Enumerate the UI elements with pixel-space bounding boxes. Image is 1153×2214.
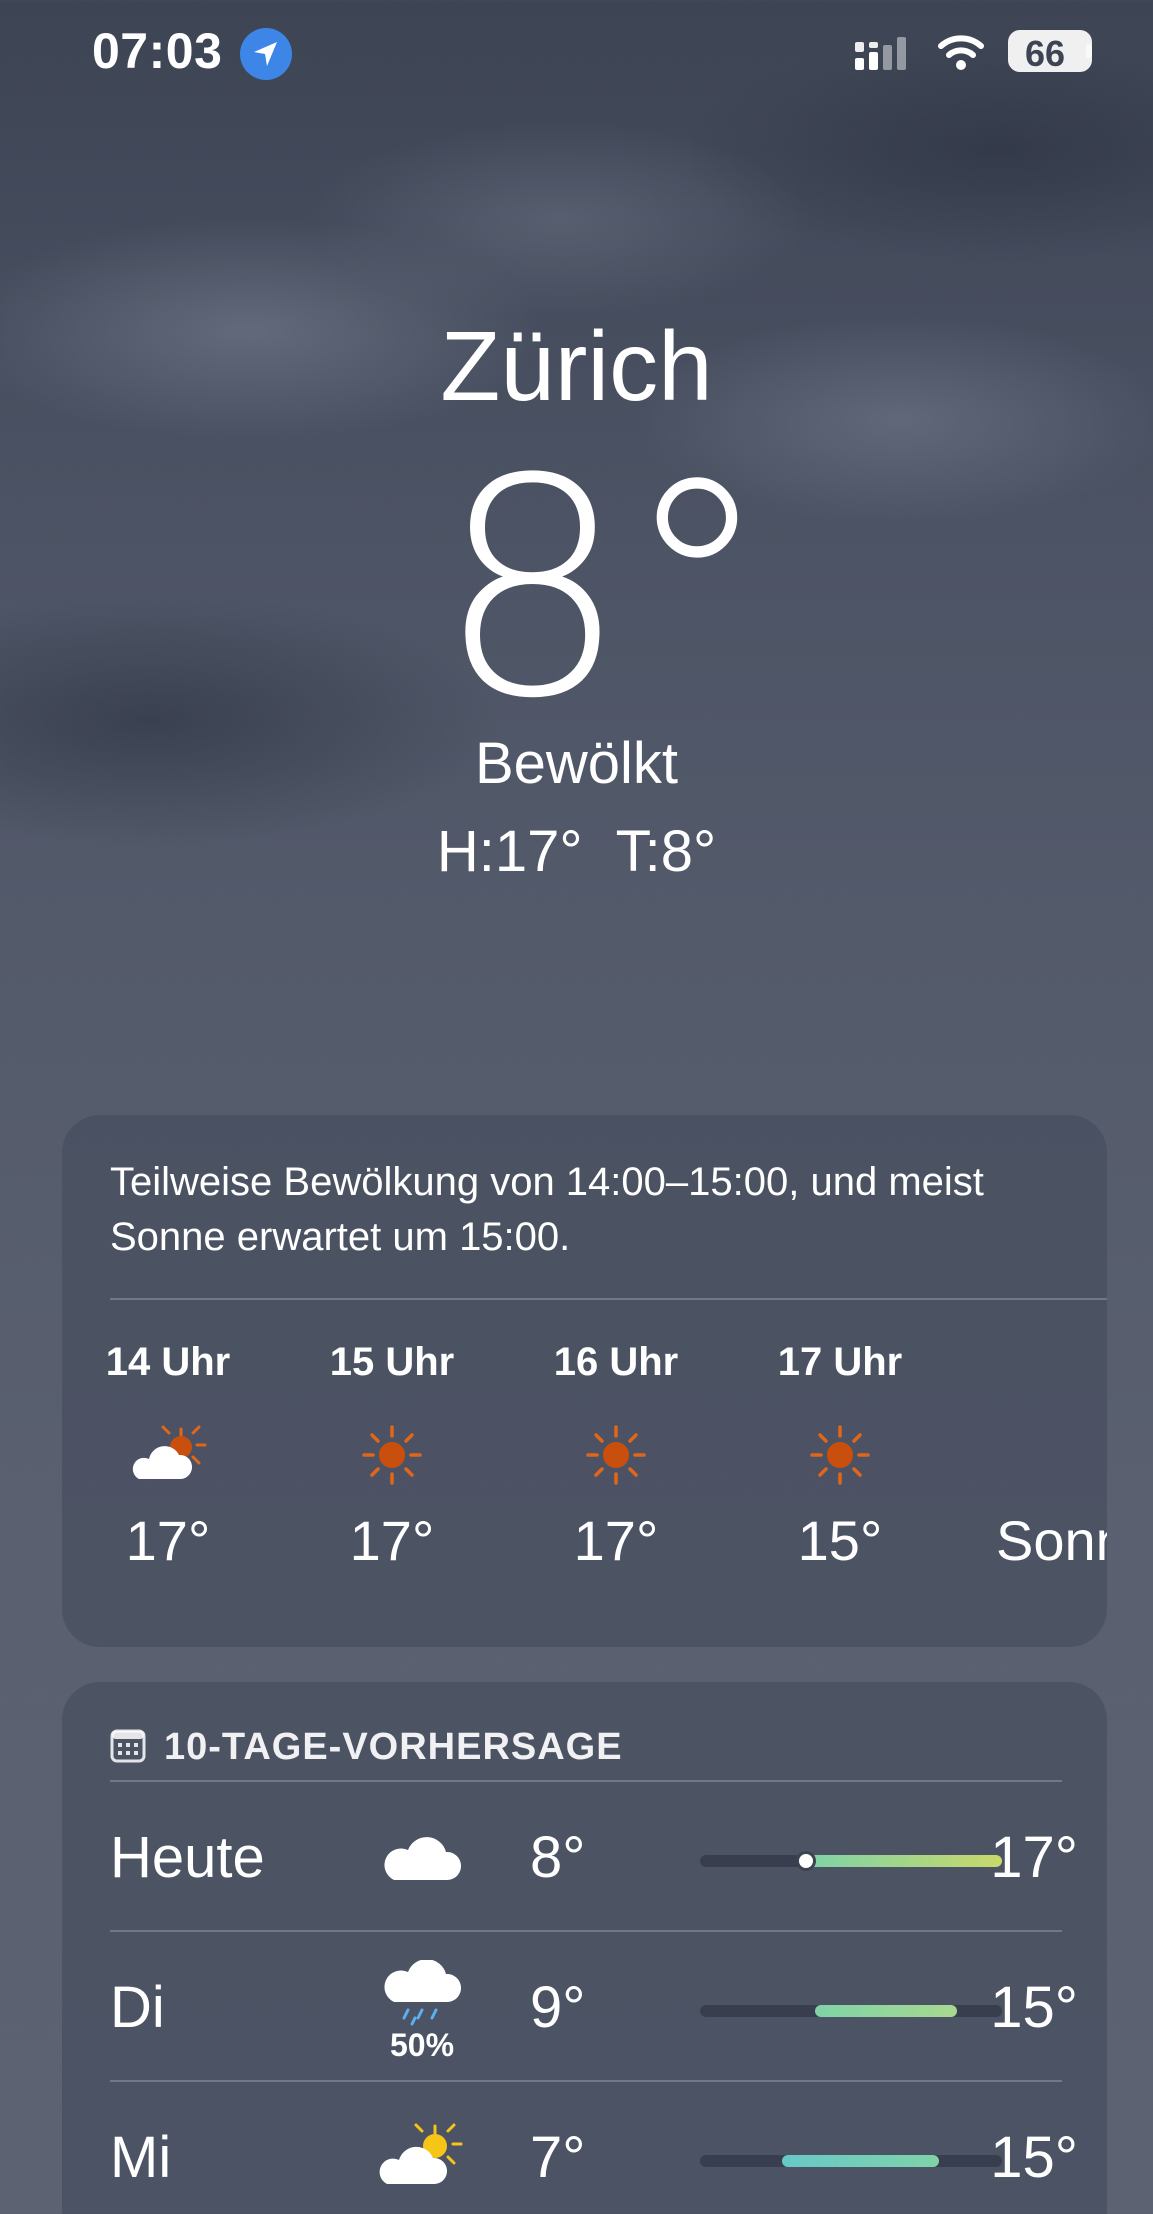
location-arrow-icon <box>240 28 292 80</box>
battery-cap <box>1086 44 1092 58</box>
sun-icon <box>760 1390 920 1508</box>
day-row[interactable]: Di 50% 9° 15° <box>110 1930 1078 2080</box>
day-high-temp: 17° <box>990 1825 1078 1890</box>
day-low-temp: 8° <box>530 1825 586 1890</box>
day-row[interactable]: Heute 8° 17° <box>110 1780 1078 1930</box>
hour-item[interactable]: 14 Uhr 17° <box>88 1340 248 1573</box>
day-low-temp: 9° <box>530 1975 586 2040</box>
hour-time: 17 Uhr <box>777 1340 903 1384</box>
hour-temperature: 15° <box>797 1509 883 1572</box>
day-name: Di <box>110 1975 165 2040</box>
status-time: 07:03 <box>92 23 223 79</box>
hour-temperature: 17° <box>125 1509 211 1572</box>
divider <box>110 2080 1062 2082</box>
temperature-range-bar <box>700 2155 1002 2167</box>
hour-time: 15 Uhr <box>329 1340 455 1384</box>
temperature-range-bar <box>700 1851 1002 1871</box>
sun-icon <box>312 1390 472 1508</box>
hour-item[interactable]: 15 Uhr 17° <box>312 1340 472 1573</box>
day-low-temp: 7° <box>530 2125 586 2190</box>
hour-temperature: 17° <box>349 1509 435 1572</box>
high-low-temperature: H:17° T:8° <box>436 819 717 884</box>
city-name: Zürich <box>440 311 713 421</box>
hourly-forecast-card[interactable]: Teilweise Bewölkung von 14:00–15:00, und… <box>62 1115 1107 1647</box>
current-temperature-marker <box>795 1851 816 1871</box>
hour-item[interactable]: Sonn <box>984 1340 1107 1573</box>
sun-icon <box>536 1390 696 1508</box>
forecast-summary: Teilweise Bewölkung von 14:00–15:00, und… <box>110 1160 984 1259</box>
day-high-temp: 15° <box>990 2125 1078 2190</box>
hour-temperature: 17° <box>573 1509 659 1572</box>
hour-icon-empty <box>984 1390 1107 1508</box>
hour-time: 14 Uhr <box>105 1340 231 1384</box>
battery-indicator: 66 <box>1008 30 1092 74</box>
temperature-range-bar <box>700 2005 1002 2017</box>
hour-time: 16 Uhr <box>553 1340 679 1384</box>
calendar-icon <box>110 1727 146 1768</box>
ten-day-title: 10-TAGE-VORHERSAGE <box>164 1725 623 1768</box>
day-name: Mi <box>110 2125 172 2190</box>
divider <box>110 1298 1107 1300</box>
current-condition: Bewölkt <box>474 731 679 796</box>
hour-item[interactable]: 16 Uhr 17° <box>536 1340 696 1573</box>
cloud-rain-icon: 50% <box>372 1959 472 2064</box>
battery-level: 66 <box>1024 33 1066 74</box>
hour-item[interactable]: 17 Uhr 15° <box>760 1340 920 1573</box>
day-name: Heute <box>110 1825 265 1890</box>
cloud-icon <box>372 1810 472 1891</box>
hour-temperature: Sonn <box>996 1509 1107 1572</box>
hour-time <box>984 1340 1107 1390</box>
day-high-temp: 15° <box>990 1975 1078 2040</box>
partly-sunny-icon <box>372 2110 472 2193</box>
divider <box>110 1780 1062 1782</box>
partly-sunny-icon <box>88 1390 248 1508</box>
current-temperature: 8° <box>437 415 772 764</box>
precipitation-chance: 50% <box>389 2027 455 2063</box>
cellular-signal-icon <box>855 34 915 72</box>
status-bar: 07:03 66 <box>0 0 1153 110</box>
temperature-range-fill <box>781 2155 939 2167</box>
temperature-range-fill <box>814 2005 957 2017</box>
ten-day-header: 10-TAGE-VORHERSAGE <box>110 1722 623 1772</box>
ten-day-forecast-card[interactable]: 10-TAGE-VORHERSAGE Heute 8° 17° Di 50% 9… <box>62 1682 1107 2214</box>
divider <box>110 1930 1062 1932</box>
day-row[interactable]: Mi 7° 15° <box>110 2080 1078 2214</box>
wifi-icon <box>937 32 985 77</box>
